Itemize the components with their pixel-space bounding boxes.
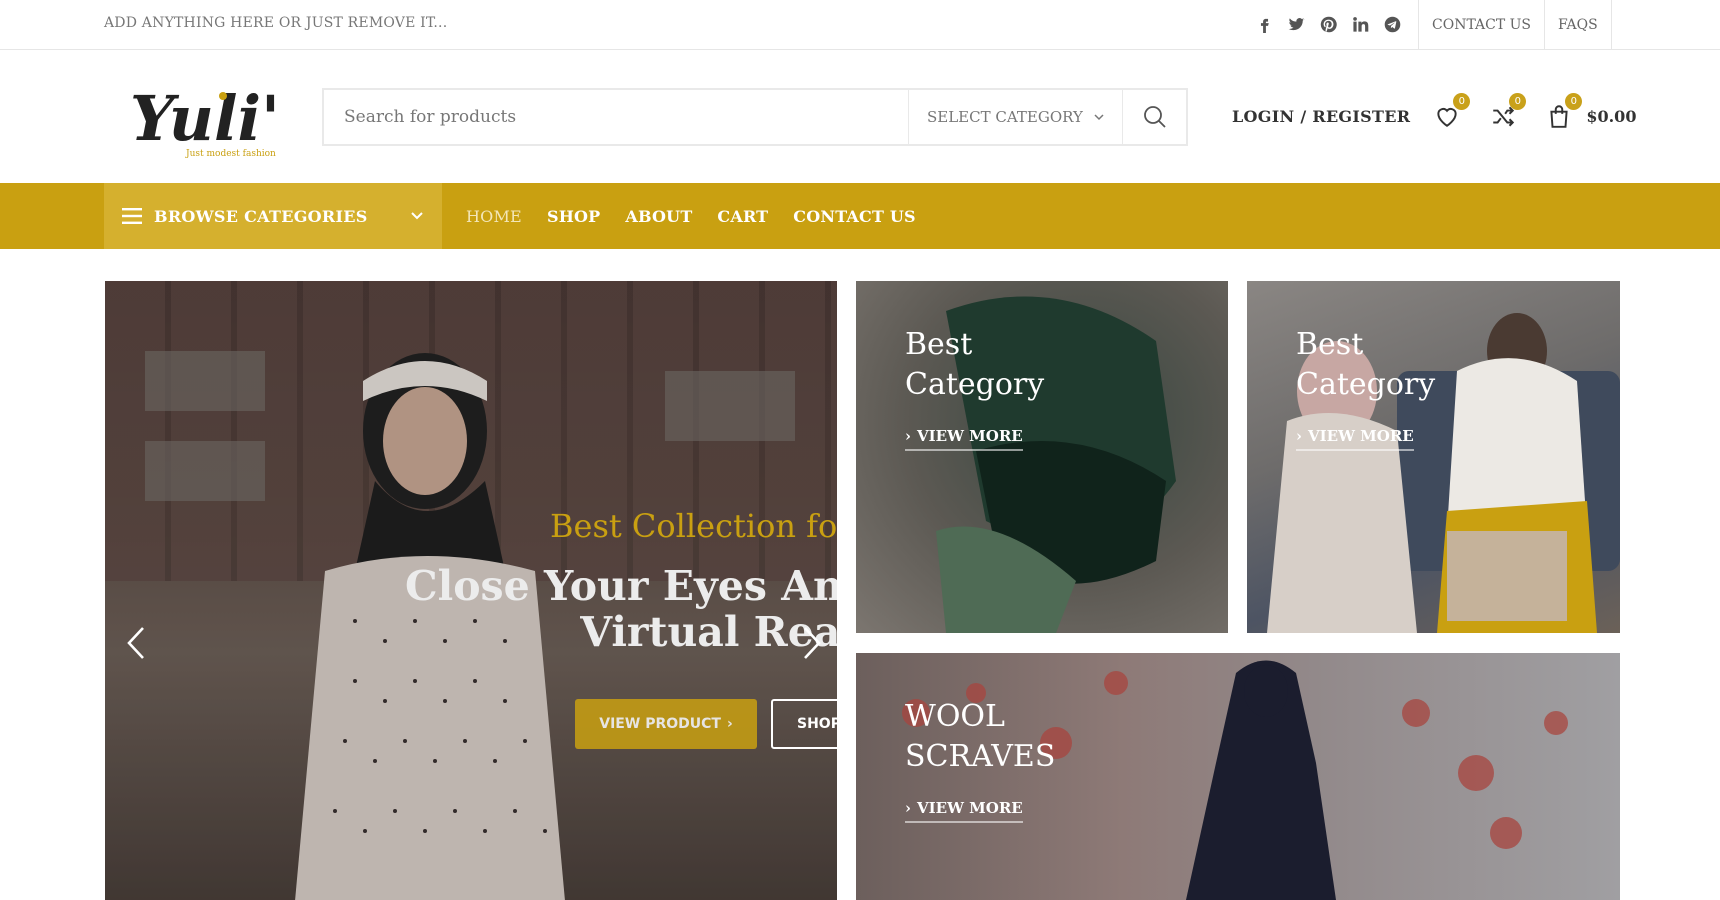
banner-title-line: Best <box>1296 327 1364 362</box>
view-more-label: VIEW MORE <box>1308 427 1414 445</box>
category-banner[interactable]: Best Category › VIEW MORE <box>856 281 1228 633</box>
search-input[interactable] <box>324 90 908 144</box>
header: Yuli's Just modest fashion SELECT CATEGO… <box>0 50 1720 183</box>
logo[interactable]: Yuli's Just modest fashion <box>128 74 315 159</box>
browse-categories-button[interactable]: BROWSE CATEGORIES <box>104 183 442 249</box>
search-form: SELECT CATEGORY <box>322 88 1188 146</box>
chevron-down-icon <box>411 212 423 220</box>
compare-button[interactable]: 0 <box>1488 93 1527 131</box>
wishlist-count-badge: 0 <box>1453 93 1471 110</box>
cart-count-badge: 0 <box>1565 93 1583 110</box>
category-select[interactable]: SELECT CATEGORY <box>908 90 1122 144</box>
category-select-label: SELECT CATEGORY <box>927 108 1083 126</box>
banner-title-line: Best <box>905 327 973 362</box>
nav-item-about[interactable]: ABOUT <box>625 207 692 226</box>
chevron-right-icon: › <box>726 716 733 732</box>
hero-slider: Best Collection for w Close Your Eyes An… <box>105 281 837 900</box>
chevron-right-icon <box>804 627 821 659</box>
facebook-icon[interactable] <box>1254 14 1274 34</box>
chevron-right-icon: › <box>905 427 911 445</box>
linkedin-icon[interactable] <box>1350 14 1370 34</box>
slider-next-arrow[interactable] <box>797 623 827 663</box>
slide-title: Close Your Eyes And Virtual Reali <box>405 563 837 655</box>
banner-title-line: SCRAVES <box>905 739 1056 774</box>
slide-subtitle: Best Collection for w <box>550 507 837 545</box>
browse-categories-label: BROWSE CATEGORIES <box>154 206 368 226</box>
svg-text:Yuli's: Yuli's <box>130 82 276 155</box>
category-banner-wide[interactable]: WOOL SCRAVES › VIEW MORE <box>856 653 1620 900</box>
chevron-down-icon <box>1094 114 1104 121</box>
view-more-link[interactable]: › VIEW MORE <box>905 799 1023 823</box>
slider-prev-arrow[interactable] <box>121 623 151 663</box>
view-more-link[interactable]: › VIEW MORE <box>1296 427 1414 451</box>
pinterest-icon[interactable] <box>1318 14 1338 34</box>
chevron-left-icon <box>127 627 144 659</box>
slide-title-line: Close Your Eyes And <box>405 562 837 610</box>
view-product-button[interactable]: VIEW PRODUCT › <box>575 699 757 749</box>
top-bar: ADD ANYTHING HERE OR JUST REMOVE IT... C… <box>0 0 1720 50</box>
nav-item-home[interactable]: HOME <box>466 207 522 226</box>
shop-button[interactable]: SHOP <box>771 699 837 749</box>
search-icon <box>1143 106 1166 128</box>
compare-count-badge: 0 <box>1509 93 1527 110</box>
hamburger-icon <box>122 208 142 224</box>
header-actions: LOGIN / REGISTER 0 0 0 $0.00 <box>1232 93 1636 136</box>
banner-title: Best Category <box>1296 325 1435 405</box>
search-button[interactable] <box>1122 90 1186 144</box>
view-more-link[interactable]: › VIEW MORE <box>905 427 1023 451</box>
nav-menu: HOME SHOP ABOUT CART CONTACT US <box>466 183 916 249</box>
banner-title-line: Category <box>1296 367 1436 402</box>
top-link-faqs[interactable]: FAQS <box>1544 0 1612 49</box>
twitter-icon[interactable] <box>1286 14 1306 34</box>
topbar-text: ADD ANYTHING HERE OR JUST REMOVE IT... <box>104 15 448 31</box>
cart-button[interactable]: 0 <box>1544 93 1583 131</box>
logo-tagline: Just modest fashion <box>185 149 276 158</box>
social-links <box>1254 14 1402 34</box>
main-navbar: BROWSE CATEGORIES HOME SHOP ABOUT CART C… <box>0 183 1720 249</box>
slide-title-line: Virtual Reali <box>580 608 837 656</box>
nav-item-shop[interactable]: SHOP <box>547 207 600 226</box>
login-register-link[interactable]: LOGIN / REGISTER <box>1232 107 1410 126</box>
category-banner[interactable]: Best Category › VIEW MORE <box>1247 281 1620 633</box>
wishlist-button[interactable]: 0 <box>1432 93 1471 131</box>
cart-total[interactable]: $0.00 <box>1586 107 1636 126</box>
banner-title: WOOL SCRAVES <box>905 697 1055 777</box>
nav-item-contact-us[interactable]: CONTACT US <box>793 207 915 226</box>
chevron-right-icon: › <box>1296 427 1302 445</box>
telegram-icon[interactable] <box>1382 14 1402 34</box>
logo-graphic: Yuli's Just modest fashion <box>130 82 315 159</box>
chevron-right-icon: › <box>905 799 911 817</box>
banner-title: Best Category <box>905 325 1044 405</box>
nav-item-cart[interactable]: CART <box>717 207 768 226</box>
banner-title-line: WOOL <box>905 699 1005 734</box>
top-links: CONTACT US FAQS <box>1418 0 1612 49</box>
banner-title-line: Category <box>905 367 1045 402</box>
view-more-label: VIEW MORE <box>917 427 1023 445</box>
view-more-label: VIEW MORE <box>917 799 1023 817</box>
view-product-label: VIEW PRODUCT <box>599 716 721 732</box>
top-link-contact-us[interactable]: CONTACT US <box>1418 0 1544 49</box>
